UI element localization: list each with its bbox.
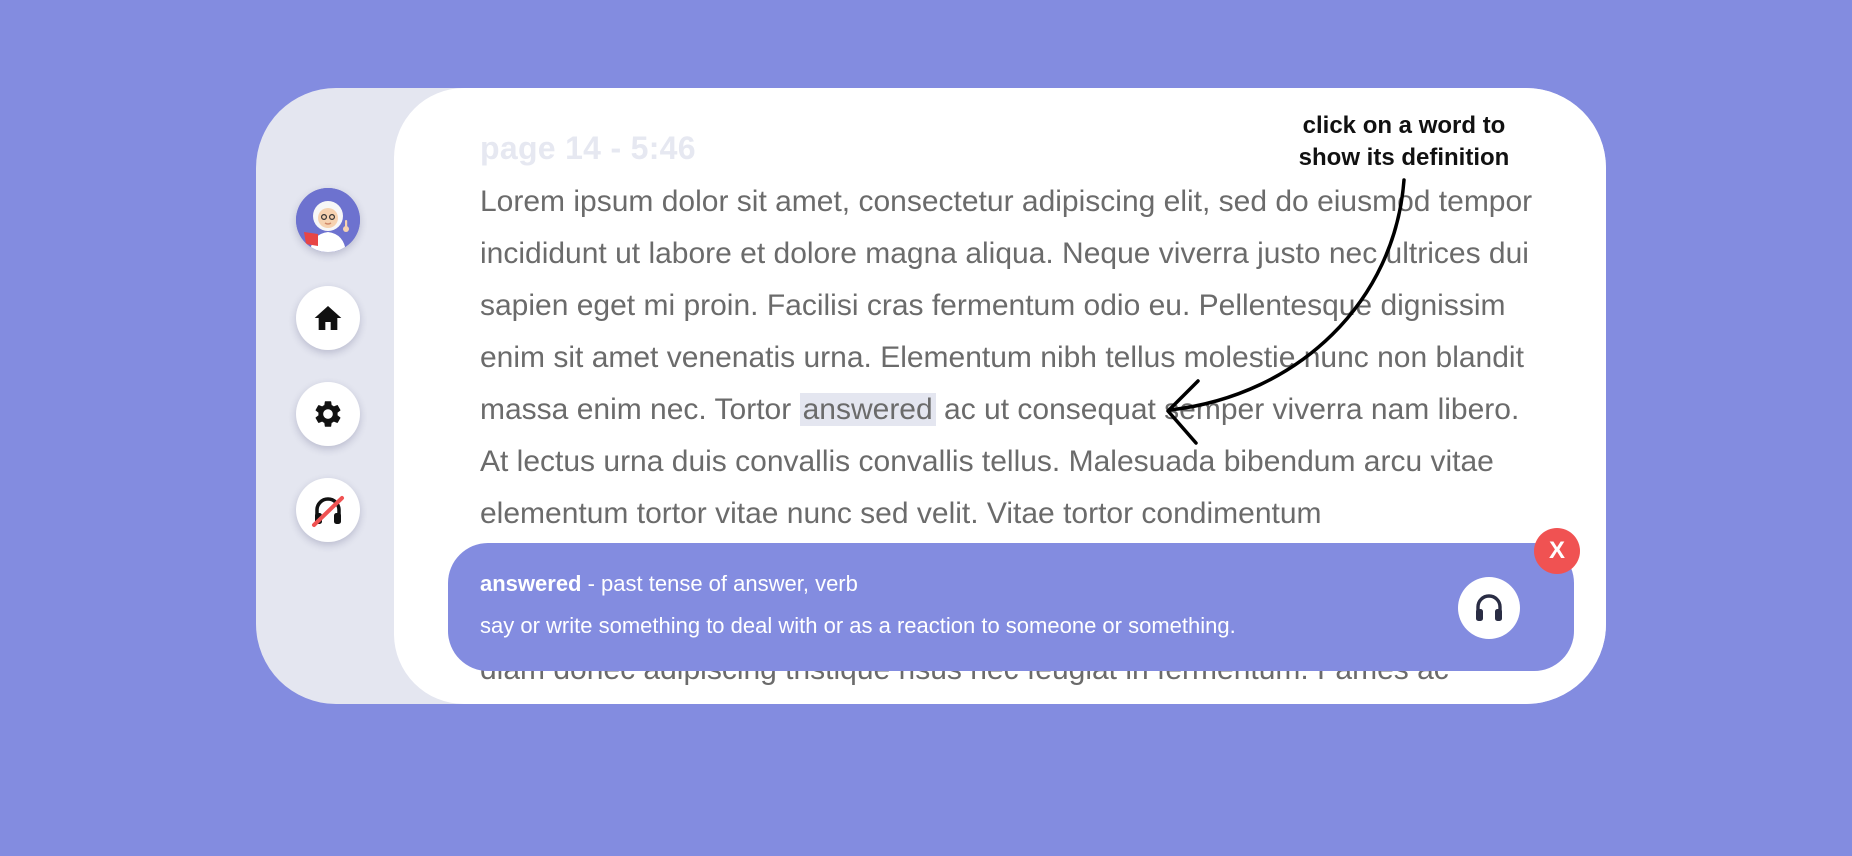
headphones-icon: [1476, 594, 1502, 621]
sidebar: [256, 88, 396, 704]
definition-panel: answered - past tense of answer, verb sa…: [448, 543, 1574, 671]
page-label: page 14 - 5:46: [480, 130, 696, 166]
definition-heading: answered - past tense of answer, verb: [480, 571, 858, 597]
headphones-off-icon: [312, 496, 344, 527]
close-definition-button[interactable]: X: [1534, 528, 1580, 574]
definition-word: answered: [480, 571, 582, 596]
hint-callout: click on a word to show its definition: [1292, 110, 1516, 174]
text-before: Lorem ipsum dolor sit amet, consectetur …: [480, 185, 1533, 426]
audio-toggle-button[interactable]: [296, 478, 360, 542]
home-icon: [314, 306, 342, 330]
gear-icon: [315, 401, 341, 427]
profile-avatar[interactable]: [296, 188, 360, 252]
highlighted-word[interactable]: answered: [799, 393, 936, 426]
definition-meaning: say or write something to deal with or a…: [480, 613, 1236, 638]
home-button[interactable]: [296, 286, 360, 350]
play-definition-button[interactable]: [1458, 577, 1520, 639]
hint-line-1: click on a word to: [1302, 112, 1506, 139]
professor-avatar-icon: [296, 188, 360, 252]
reading-text: Lorem ipsum dolor sit amet, consectetur …: [480, 176, 1540, 540]
settings-button[interactable]: [296, 382, 360, 446]
hint-line-2: show its definition: [1298, 144, 1510, 171]
definition-grammar: - past tense of answer, verb: [581, 571, 858, 596]
